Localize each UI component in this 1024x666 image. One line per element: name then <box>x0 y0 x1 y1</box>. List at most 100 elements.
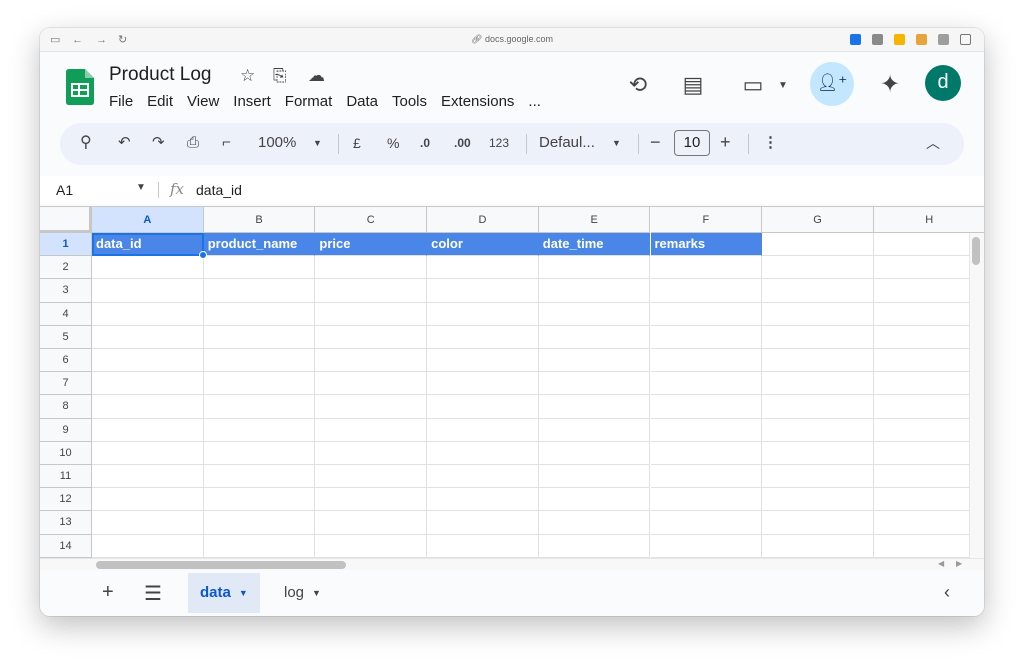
sheet-tab-log[interactable]: log ▼ <box>272 573 333 613</box>
cell-b3[interactable] <box>203 279 316 303</box>
font-select[interactable]: Defaul... <box>539 133 595 153</box>
cell-a5[interactable] <box>92 325 204 349</box>
spreadsheet-grid[interactable]: A B C D E F G H 1 data_id product_name price color da… <box>40 206 984 558</box>
cell-g2[interactable] <box>762 256 874 280</box>
cell-c8[interactable] <box>315 395 428 419</box>
row-header-6[interactable]: 6 <box>40 349 92 373</box>
column-header-g[interactable]: G <box>762 207 874 233</box>
menu-extensions[interactable]: Extensions <box>441 91 521 112</box>
cell-f10[interactable] <box>650 441 763 465</box>
cell-c1[interactable]: price <box>315 233 428 257</box>
explore-collapse-icon[interactable]: ‹ <box>944 582 950 603</box>
column-header-a[interactable]: A <box>92 207 204 233</box>
cell-f13[interactable] <box>650 511 763 535</box>
star-icon[interactable]: ☆ <box>240 66 255 86</box>
cell-g9[interactable] <box>762 418 874 442</box>
cell-h9[interactable] <box>873 419 984 442</box>
cell-d12[interactable] <box>427 488 539 512</box>
cell-f3[interactable] <box>650 279 763 303</box>
scroll-right-icon[interactable]: ▶ <box>956 559 962 568</box>
cell-a1[interactable]: data_id <box>92 233 204 257</box>
cell-f11[interactable] <box>650 465 763 489</box>
cell-b12[interactable] <box>203 488 316 512</box>
row-header-2[interactable]: 2 <box>40 256 92 280</box>
cell-e10[interactable] <box>538 441 651 465</box>
extension-icon[interactable] <box>850 34 861 45</box>
cell-c5[interactable] <box>315 325 428 349</box>
cell-a4[interactable] <box>92 302 204 326</box>
cell-h3[interactable] <box>873 279 984 303</box>
cell-g3[interactable] <box>762 279 874 303</box>
menu-insert[interactable]: Insert <box>233 91 278 112</box>
cell-d10[interactable] <box>427 441 539 465</box>
cell-a6[interactable] <box>92 349 204 373</box>
print-icon[interactable]: ⎙ <box>187 133 199 153</box>
increase-font-size-button[interactable]: + <box>720 132 731 152</box>
cell-h6[interactable] <box>873 349 984 373</box>
horizontal-scrollbar[interactable] <box>96 561 346 569</box>
cell-h4[interactable] <box>873 303 984 326</box>
column-header-f[interactable]: F <box>650 207 763 233</box>
cell-f2[interactable] <box>650 256 763 280</box>
decrease-font-size-button[interactable]: − <box>650 132 661 152</box>
row-header-9[interactable]: 9 <box>40 418 92 442</box>
cell-e4[interactable] <box>538 302 651 326</box>
extension-icon[interactable] <box>938 34 949 45</box>
cell-h13[interactable] <box>873 511 984 535</box>
column-header-d[interactable]: D <box>427 207 539 233</box>
cell-f12[interactable] <box>650 488 763 512</box>
cell-c13[interactable] <box>315 511 428 535</box>
cell-f7[interactable] <box>650 372 763 396</box>
cell-a10[interactable] <box>92 441 204 465</box>
column-header-e[interactable]: E <box>538 207 651 233</box>
chevron-down-icon[interactable]: ▼ <box>312 588 321 598</box>
address-bar[interactable]: 🔗︎ docs.google.com <box>40 34 984 45</box>
cell-f14[interactable] <box>650 534 763 558</box>
menu-data[interactable]: Data <box>346 91 385 112</box>
menu-edit[interactable]: Edit <box>147 91 180 112</box>
cell-h7[interactable] <box>873 372 984 396</box>
cell-d9[interactable] <box>427 418 539 442</box>
cell-g4[interactable] <box>762 302 874 326</box>
menu-file[interactable]: File <box>109 91 140 112</box>
cell-c3[interactable] <box>315 279 428 303</box>
cell-b7[interactable] <box>203 372 316 396</box>
cell-g8[interactable] <box>762 395 874 419</box>
sheets-logo-icon[interactable] <box>66 69 94 105</box>
cell-h5[interactable] <box>873 326 984 349</box>
column-header-h[interactable]: H <box>873 207 984 233</box>
cell-c4[interactable] <box>315 302 428 326</box>
avatar[interactable]: d <box>925 65 961 101</box>
collapse-toolbar-icon[interactable]: ︿ <box>926 133 940 153</box>
split-view-icon[interactable] <box>960 34 971 45</box>
document-title[interactable]: Product Log <box>109 64 211 86</box>
gemini-sparkle-icon[interactable]: ✦ <box>875 70 905 99</box>
font-size-input[interactable]: 10 <box>674 130 710 156</box>
meet-video-icon[interactable]: ▭ <box>738 72 768 98</box>
version-history-icon[interactable]: ⟲ <box>623 72 653 98</box>
cell-a3[interactable] <box>92 279 204 303</box>
row-header-4[interactable]: 4 <box>40 302 92 326</box>
fill-handle[interactable] <box>198 251 207 260</box>
cell-d1[interactable]: color <box>427 233 539 257</box>
cell-d8[interactable] <box>427 395 539 419</box>
cell-g5[interactable] <box>762 325 874 349</box>
row-header-14[interactable]: 14 <box>40 534 92 558</box>
scroll-left-icon[interactable]: ◀ <box>938 559 944 568</box>
cell-a2[interactable] <box>92 256 204 280</box>
cell-a8[interactable] <box>92 395 204 419</box>
cell-b6[interactable] <box>203 349 316 373</box>
cell-e2[interactable] <box>538 256 651 280</box>
cell-g13[interactable] <box>762 511 874 535</box>
cell-c6[interactable] <box>315 349 428 373</box>
cell-c14[interactable] <box>315 534 428 558</box>
currency-format-button[interactable]: £ <box>353 133 361 153</box>
extension-icon[interactable] <box>872 34 883 45</box>
chevron-down-icon[interactable]: ▼ <box>612 133 621 153</box>
menu-view[interactable]: View <box>187 91 226 112</box>
decrease-decimal-button[interactable]: .0 <box>420 133 430 153</box>
cell-e6[interactable] <box>538 349 651 373</box>
search-icon[interactable]: ⚲ <box>80 133 92 153</box>
cell-a13[interactable] <box>92 511 204 535</box>
cell-b5[interactable] <box>203 325 316 349</box>
